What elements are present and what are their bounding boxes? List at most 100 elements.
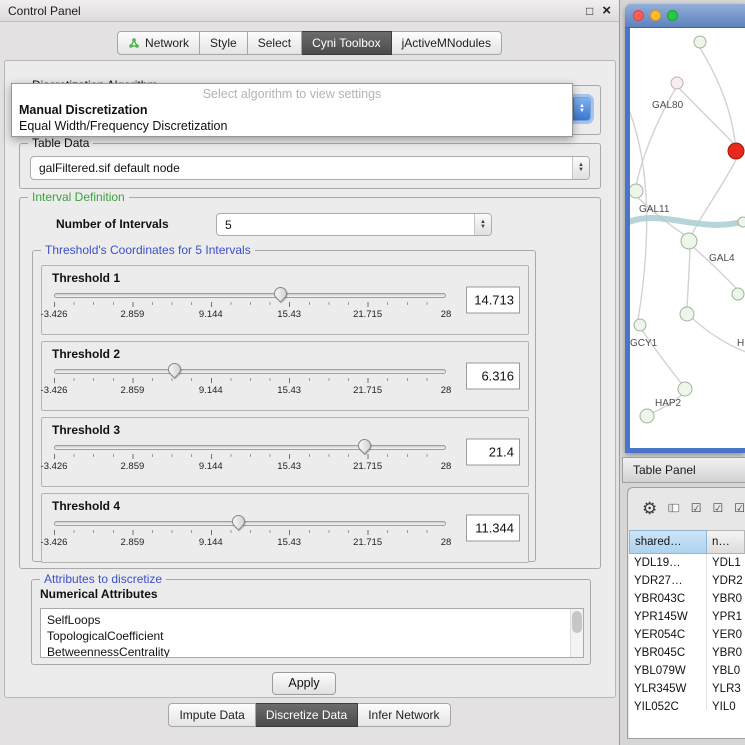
table-row[interactable]: YER054CYER0 (629, 626, 745, 644)
table-toolbar: ⚙ ☑ ☑ ☑ (628, 488, 745, 528)
network-node[interactable] (738, 217, 745, 227)
scale-label: 28 (441, 385, 452, 396)
cell: YBR0 (707, 644, 745, 662)
tab-infer-network[interactable]: Infer Network (358, 703, 450, 727)
network-node[interactable] (680, 307, 694, 321)
zoom-traffic-light[interactable] (667, 10, 678, 21)
scale-label: 2.859 (121, 537, 145, 548)
gear-icon[interactable]: ⚙ (642, 500, 657, 517)
slider-thumb[interactable] (271, 284, 289, 302)
network-node[interactable] (681, 233, 697, 249)
tab-jactivemnodules[interactable]: jActiveMNodules (392, 31, 502, 55)
table-row[interactable]: YLR345WYLR3 (629, 680, 745, 698)
control-panel-titlebar: Control Panel □ × (0, 0, 619, 22)
tick-marks (54, 378, 446, 383)
network-graph: GAL80 GAL11 GAL4 GCY1 HAP2 H (630, 28, 745, 448)
threshold-4-panel: Threshold 4 -3.426 2.859 9.144 15.43 21.… (41, 493, 529, 563)
threshold-value-field[interactable]: 14.713 (466, 287, 520, 314)
checkbox-icon[interactable]: ☑ (712, 501, 723, 515)
bottom-tab-bar: Impute Data Discretize Data Infer Networ… (0, 703, 619, 727)
stepper-icon: ▲▼ (573, 98, 590, 120)
column-header-shared-name[interactable]: shared… (629, 530, 707, 554)
network-node[interactable] (732, 288, 744, 300)
table-row[interactable]: YDR27…YDR2 (629, 572, 745, 590)
stepper-icon: ▲▼ (474, 214, 491, 235)
number-of-intervals-label: Number of Intervals (56, 217, 169, 231)
slider-thumb[interactable] (166, 360, 184, 378)
network-canvas[interactable]: GAL80 GAL11 GAL4 GCY1 HAP2 H (630, 28, 745, 448)
slider-track[interactable] (54, 521, 446, 526)
control-panel-window: Control Panel □ × Network Style Select C… (0, 0, 620, 745)
table-row[interactable]: YPR145WYPR1 (629, 608, 745, 626)
scrollbar-thumb[interactable] (572, 611, 582, 633)
list-item[interactable]: BetweennessCentrality (41, 644, 583, 658)
cell: YDL19… (629, 554, 707, 572)
network-node[interactable] (671, 77, 683, 89)
number-of-intervals-combo[interactable]: 5 ▲▼ (216, 213, 492, 236)
slider-thumb[interactable] (356, 436, 374, 454)
node-label: GCY1 (630, 338, 658, 349)
apply-button[interactable]: Apply (272, 672, 336, 695)
minimize-traffic-light[interactable] (650, 10, 661, 21)
tab-discretize-data[interactable]: Discretize Data (256, 703, 358, 727)
cell: YPR145W (629, 608, 707, 626)
network-node[interactable] (678, 382, 692, 396)
column-header-name[interactable]: n… (707, 530, 745, 554)
table-row[interactable]: YBR043CYBR0 (629, 590, 745, 608)
cell: YDR27… (629, 572, 707, 590)
close-icon[interactable]: × (602, 5, 611, 17)
table-row[interactable]: YBR045CYBR0 (629, 644, 745, 662)
node-table: shared… n… YDL19…YDL1 YDR27…YDR2 YBR043C… (629, 530, 745, 738)
threshold-3-panel: Threshold 3 -3.426 2.859 9.144 15.43 21.… (41, 417, 529, 487)
tab-select[interactable]: Select (248, 31, 302, 55)
dropdown-option-manual-discretization[interactable]: Manual Discretization (12, 102, 572, 118)
threshold-value-field[interactable]: 21.4 (466, 439, 520, 466)
list-item[interactable]: SelfLoops (41, 609, 583, 628)
threshold-2-panel: Threshold 2 -3.426 2.859 9.144 15.43 21.… (41, 341, 529, 411)
tab-network[interactable]: Network (117, 31, 200, 55)
checkbox-icon[interactable]: ☑ (691, 501, 702, 515)
slider-track[interactable] (54, 369, 446, 374)
slider-track[interactable] (54, 293, 446, 298)
list-item[interactable]: TopologicalCoefficient (41, 628, 583, 644)
table-header-row: shared… n… (629, 530, 745, 554)
cell: YPR1 (707, 608, 745, 626)
cell: YBR045C (629, 644, 707, 662)
group-label: Attributes to discretize (40, 572, 166, 586)
tab-style[interactable]: Style (200, 31, 248, 55)
slider-thumb[interactable] (229, 512, 247, 530)
slider-track[interactable] (54, 445, 446, 450)
cell: YIL052C (629, 698, 707, 710)
network-node[interactable] (634, 319, 646, 331)
interval-definition-group: Interval Definition Number of Intervals … (19, 197, 601, 569)
columns-icon[interactable] (668, 501, 679, 515)
attributes-group: Attributes to discretize Numerical Attri… (31, 579, 591, 665)
threshold-value-field[interactable]: 6.316 (466, 363, 520, 390)
tick-marks (54, 302, 446, 307)
scale-label: 21.715 (353, 385, 382, 396)
table-row[interactable]: YIL052CYIL0 (629, 698, 745, 710)
table-data-combo[interactable]: galFiltered.sif default node ▲▼ (30, 156, 590, 180)
network-node[interactable] (694, 36, 706, 48)
checkbox-icon[interactable]: ☑ (734, 501, 745, 515)
selected-network-node[interactable] (728, 143, 744, 159)
node-label: H (737, 338, 744, 349)
table-panel-header: Table Panel (622, 457, 745, 483)
dropdown-option-equal-width-frequency[interactable]: Equal Width/Frequency Discretization (12, 118, 572, 134)
group-label: Table Data (28, 136, 93, 150)
table-row[interactable]: YDL19…YDL1 (629, 554, 745, 572)
group-label: Interval Definition (28, 190, 129, 204)
tab-cyni-toolbox[interactable]: Cyni Toolbox (302, 31, 391, 55)
table-row[interactable]: YBL079WYBL0 (629, 662, 745, 680)
scale-labels: -3.426 2.859 9.144 15.43 21.715 28 (54, 537, 446, 549)
scrollbar[interactable] (570, 609, 583, 657)
tab-impute-data[interactable]: Impute Data (168, 703, 255, 727)
close-traffic-light[interactable] (633, 10, 644, 21)
network-node[interactable] (640, 409, 654, 423)
tab-label: jActiveMNodules (402, 36, 491, 50)
network-node[interactable] (630, 184, 643, 198)
scale-label: 21.715 (353, 461, 382, 472)
float-window-icon[interactable]: □ (586, 4, 593, 18)
network-icon (128, 37, 140, 49)
threshold-value-field[interactable]: 11.344 (466, 515, 520, 542)
